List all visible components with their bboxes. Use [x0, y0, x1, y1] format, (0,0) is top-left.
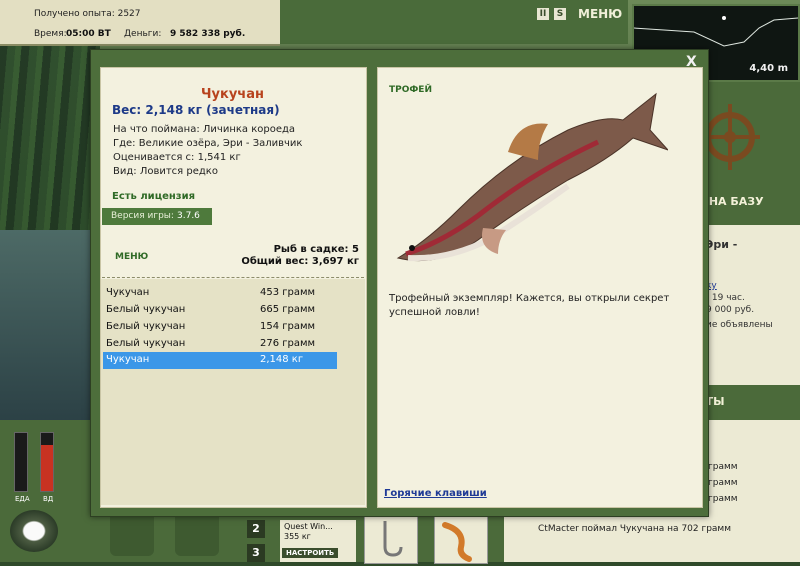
- food-label: ЕДА: [15, 495, 30, 503]
- catch-row-name: Белый чукучан: [106, 304, 186, 315]
- catch-row-name: Чукучан: [106, 287, 150, 298]
- vd-meter-fill: [41, 444, 53, 491]
- hotkeys-link[interactable]: Горячие клавиши: [384, 488, 487, 499]
- fish-icon[interactable]: [175, 512, 219, 556]
- catch-row[interactable]: Белый чукучан 276 грамм: [103, 336, 337, 353]
- vd-label: ВД: [43, 495, 54, 503]
- feed-row: CtMacter поймал Чукучана на 702 грамм: [538, 524, 732, 534]
- license-status: Есть лицензия: [112, 191, 196, 202]
- status-bar: Получено опыта: 2527 Время: 05:00 ВТ Ден…: [0, 0, 280, 46]
- slot-2-button[interactable]: 2: [247, 520, 265, 538]
- quest-card: Quest Win... 355 кг НАСТРОИТЬ: [280, 520, 356, 562]
- bait-slot[interactable]: [434, 514, 488, 564]
- cutlery-icon[interactable]: [110, 512, 154, 556]
- game-version: Версия игры: 3.7.6: [102, 208, 212, 225]
- lake-water: [0, 230, 100, 430]
- money-value: 9 582 338 руб.: [170, 29, 246, 39]
- depth-value: 4,40 m: [749, 63, 788, 74]
- fish-image: [396, 92, 668, 262]
- food-meter: [14, 432, 28, 492]
- ship-wheel-icon[interactable]: [700, 92, 760, 182]
- ads-text: ие объявлены: [706, 320, 773, 330]
- hook-icon: [383, 521, 403, 557]
- catch-row[interactable]: Чукучан 453 грамм: [103, 285, 337, 302]
- catch-row-selected[interactable]: Чукучан 2,148 кг: [103, 352, 337, 369]
- quest-weight: 355 кг: [284, 532, 311, 541]
- time-value: 05:00 ВТ: [66, 29, 111, 39]
- divider: [102, 277, 364, 278]
- time-label: Время:: [34, 29, 67, 39]
- keepnet-count: Рыб в садке: 5: [273, 244, 359, 255]
- tree-line: [0, 40, 100, 240]
- top-menu-strip: [280, 0, 628, 44]
- catch-row-name: Белый чукучан: [106, 338, 186, 349]
- valuation-text: Оценивается с: 1,541 кг: [113, 152, 241, 163]
- fish-weight: Вес: 2,148 кг (зачетная): [112, 103, 280, 117]
- quest-title: Quest Win...: [284, 522, 333, 531]
- sound-button[interactable]: S: [554, 8, 566, 20]
- catch-row[interactable]: Белый чукучан 665 грамм: [103, 302, 337, 319]
- slot-3-button[interactable]: 3: [247, 544, 265, 562]
- location-text: Где: Великие озёра, Эри - Заливчик: [113, 138, 303, 149]
- catch-row-weight: 453 грамм: [260, 287, 316, 298]
- catch-row-name: Чукучан: [106, 354, 150, 365]
- setup-button[interactable]: НАСТРОИТЬ: [282, 548, 339, 558]
- vd-meter: [40, 432, 54, 492]
- trophy-description: Трофейный экземпляр! Кажется, вы открыли…: [389, 293, 670, 318]
- catch-row-name: Белый чукучан: [106, 321, 186, 332]
- keepnet-total-weight: Общий вес: 3,697 кг: [241, 256, 359, 267]
- version-label: Версия игры:: [111, 211, 174, 221]
- larva-icon: [442, 522, 472, 562]
- price-text: 9 000 руб.: [706, 305, 755, 315]
- hook-slot[interactable]: [364, 514, 418, 564]
- feed-row: грамм: [708, 494, 738, 504]
- dialog-menu-button[interactable]: МЕНЮ: [115, 252, 148, 262]
- main-menu-button[interactable]: МЕНЮ: [578, 7, 622, 21]
- feed-row: грамм: [708, 478, 738, 488]
- fish-name: Чукучан: [201, 87, 264, 102]
- caught-on-text: На что поймана: Личинка короеда: [113, 124, 296, 135]
- money-label: Деньги:: [124, 29, 162, 39]
- pause-button[interactable]: II: [537, 8, 549, 20]
- hours-text: : 19 час.: [706, 293, 745, 303]
- experience-text: Получено опыта: 2527: [34, 9, 141, 19]
- catch-row-weight: 154 грамм: [260, 321, 316, 332]
- kind-text: Вид: Ловится редко: [113, 166, 218, 177]
- feed-row: грамм: [708, 462, 738, 472]
- catch-row-weight: 2,148 кг: [260, 354, 304, 365]
- bait-pot-icon[interactable]: [10, 510, 58, 552]
- catch-row-weight: 665 грамм: [260, 304, 316, 315]
- version-value: 3.7.6: [177, 211, 200, 221]
- catch-row[interactable]: Белый чукучан 154 грамм: [103, 319, 337, 336]
- catch-row-weight: 276 грамм: [260, 338, 316, 349]
